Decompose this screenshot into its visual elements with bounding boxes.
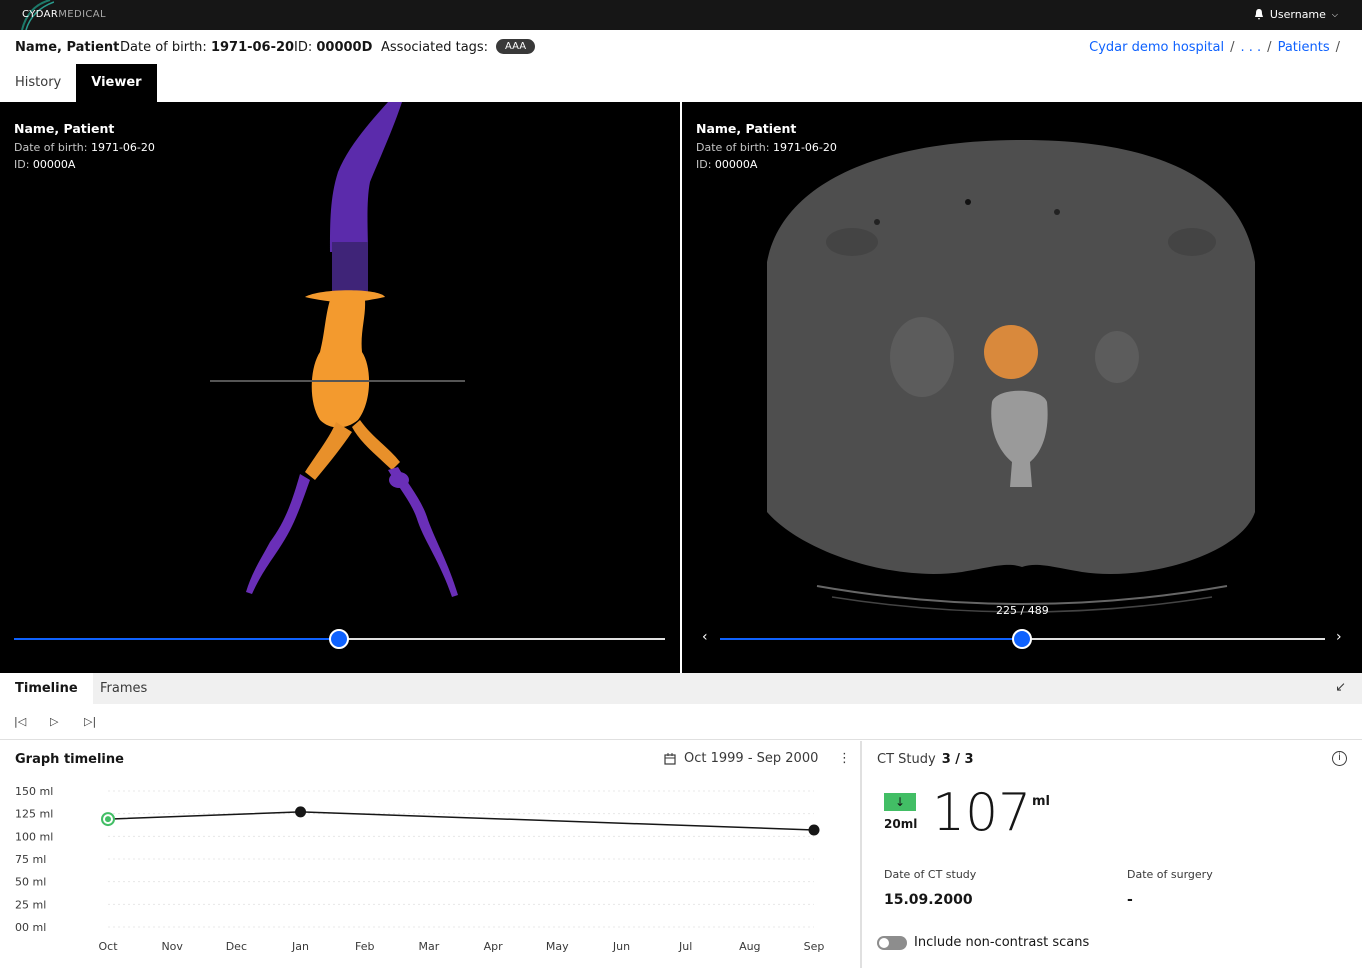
non-contrast-toggle[interactable] — [877, 936, 907, 950]
x-tick-label: Feb — [355, 940, 374, 953]
top-bar: CYDARMEDICAL Username ⌵ — [0, 0, 1362, 30]
ct-study-title: CT Study 3 / 3 — [877, 752, 974, 767]
breadcrumb-sep: / — [1335, 40, 1340, 55]
username: Username — [1269, 8, 1326, 21]
tag-badge[interactable]: AAA — [496, 39, 536, 54]
y-tick-label: 150 ml — [15, 785, 53, 798]
graph-timeline-panel: 150 ml 125 ml 100 ml 75 ml 50 ml 25 ml 00 ml Oc… — [0, 741, 860, 968]
x-tick-label: May — [546, 940, 569, 953]
data-point — [808, 824, 820, 836]
data-point — [295, 806, 307, 818]
volume-unit: ml — [1032, 794, 1051, 809]
calendar-icon — [664, 752, 676, 765]
y-tick-label: 125 ml — [15, 808, 53, 821]
y-tick-label: 25 ml — [15, 898, 46, 911]
collapse-icon[interactable]: ↙ — [1335, 680, 1346, 695]
overlay-id: ID: 00000A — [14, 158, 76, 171]
rotation-slider[interactable] — [14, 629, 665, 649]
bell-icon — [1254, 9, 1263, 20]
data-point-start-core — [105, 816, 111, 823]
breadcrumb-sep: / — [1267, 40, 1272, 55]
y-tick-label: 100 ml — [15, 830, 53, 843]
slice-counter: 225 / 489 — [996, 604, 1049, 617]
breadcrumb-hospital[interactable]: Cydar demo hospital — [1089, 40, 1224, 55]
logo[interactable]: CYDARMEDICAL — [22, 9, 106, 20]
overlay-dob: Date of birth: 1971-06-20 — [14, 141, 155, 154]
x-tick-label: Nov — [161, 940, 183, 953]
volume-delta: 20ml — [884, 817, 918, 831]
overflow-menu-icon[interactable]: ⋮ — [838, 751, 851, 766]
overlay-name: Name, Patient — [14, 121, 115, 136]
main-tabs: History Viewer — [0, 64, 157, 102]
patient-bar: Name, Patient Date of birth: 1971-06-20 … — [0, 30, 1362, 64]
viewer-ct-slice[interactable]: Name, Patient Date of birth: 1971-06-20 … — [682, 102, 1362, 673]
patient-overlay-right: Name, Patient Date of birth: 1971-06-20 … — [696, 120, 837, 173]
tags-label: Associated tags: — [381, 40, 489, 55]
viewer-3d[interactable]: Name, Patient Date of birth: 1971-06-20 … — [0, 102, 680, 673]
toggle-knob — [879, 938, 889, 948]
surgery-date-label: Date of surgery — [1127, 868, 1213, 881]
overlay-id: ID: 00000A — [696, 158, 758, 171]
x-tick-label: Apr — [484, 940, 504, 953]
ct-date-label: Date of CT study — [884, 868, 977, 881]
y-tick-label: 00 ml — [15, 921, 46, 934]
tab-viewer[interactable]: Viewer — [76, 64, 157, 102]
breadcrumb-sep: / — [1230, 40, 1235, 55]
slider-thumb[interactable] — [1012, 629, 1032, 649]
slider-fill — [14, 638, 339, 640]
x-tick-label: Jan — [291, 940, 309, 953]
slider-thumb[interactable] — [329, 629, 349, 649]
breadcrumb: Cydar demo hospital / . . . / Patients / — [1089, 40, 1346, 55]
ct-study-panel: CT Study 3 / 3 i ↓ 20ml 107 ml Date of CT… — [862, 741, 1362, 968]
skip-back-icon[interactable]: |◁ — [14, 715, 26, 728]
slice-slider[interactable] — [720, 629, 1325, 649]
patient-id: ID: 00000D — [294, 40, 373, 55]
date-range-label: Oct 1999 - Sep 2000 — [684, 751, 819, 766]
tab-history[interactable]: History — [0, 64, 76, 102]
x-tick-label: Aug — [739, 940, 760, 953]
chevron-down-icon: ⌵ — [1331, 9, 1338, 19]
patient-dob: Date of birth: 1971-06-20 — [120, 40, 295, 55]
aorta-3d-model — [210, 102, 465, 597]
breadcrumb-ellipsis[interactable]: . . . — [1241, 40, 1262, 55]
skip-forward-icon[interactable]: ▷| — [84, 715, 96, 728]
logo-text-light: MEDICAL — [58, 9, 107, 20]
x-tick-label: Sep — [804, 940, 825, 953]
graph-title: Graph timeline — [15, 752, 124, 767]
tab-frames[interactable]: Frames — [85, 673, 162, 704]
logo-text-bold: CYDAR — [22, 9, 59, 20]
overlay-name: Name, Patient — [696, 121, 797, 136]
non-contrast-label: Include non-contrast scans — [914, 935, 1090, 950]
x-tick-label: Jun — [612, 940, 630, 953]
x-tick-label: Oct — [98, 940, 118, 953]
timeline-chart: 150 ml 125 ml 100 ml 75 ml 50 ml 25 ml 00 ml Oc… — [15, 785, 825, 953]
overlay-dob: Date of birth: 1971-06-20 — [696, 141, 837, 154]
play-icon[interactable]: ▷ — [50, 715, 58, 728]
ct-date-value: 15.09.2000 — [884, 892, 973, 908]
breadcrumb-patients[interactable]: Patients — [1278, 40, 1330, 55]
ct-scan-image — [767, 140, 1255, 613]
volume-value: 107 — [932, 783, 1032, 843]
y-tick-label: 75 ml — [15, 853, 46, 866]
prev-slice-icon[interactable]: ‹ — [702, 629, 708, 645]
date-range-picker[interactable]: Oct 1999 - Sep 2000 — [664, 751, 818, 766]
patient-overlay-left: Name, Patient Date of birth: 1971-06-20 … — [14, 120, 155, 173]
next-slice-icon[interactable]: › — [1336, 629, 1342, 645]
y-tick-label: 50 ml — [15, 876, 46, 889]
user-menu[interactable]: Username ⌵ — [1254, 8, 1338, 21]
patient-name: Name, Patient — [15, 40, 120, 55]
down-arrow-icon: ↓ — [884, 793, 916, 811]
series-line — [107, 811, 815, 831]
bottom-tabs: Timeline Frames ↙ — [0, 673, 1362, 704]
playback-controls: |◁ ▷ ▷| — [0, 704, 1362, 740]
slider-fill — [720, 638, 1022, 640]
surgery-date-value: - — [1127, 892, 1133, 908]
x-tick-label: Mar — [419, 940, 440, 953]
ct-study-count: 3 / 3 — [941, 752, 974, 767]
x-tick-label: Dec — [226, 940, 247, 953]
x-tick-label: Jul — [678, 940, 692, 953]
tab-timeline[interactable]: Timeline — [0, 673, 93, 704]
info-icon[interactable]: i — [1332, 751, 1347, 766]
